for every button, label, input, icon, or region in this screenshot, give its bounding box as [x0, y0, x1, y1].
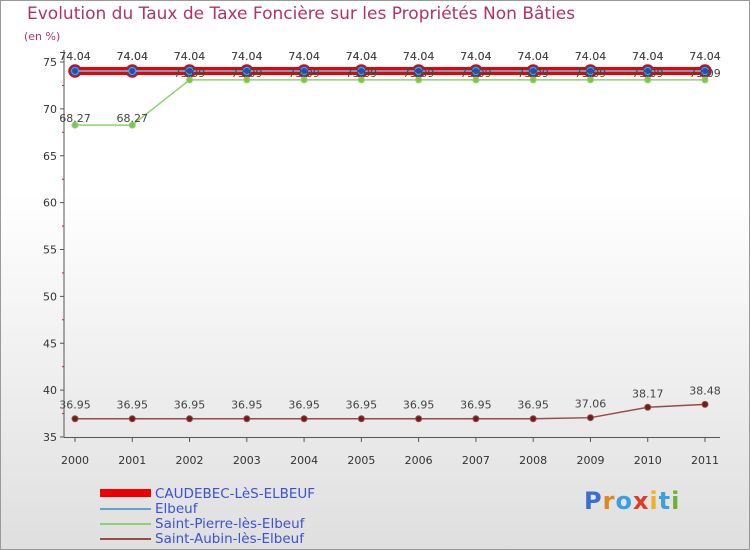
- data-label: 36.95: [346, 399, 378, 412]
- series-point: [71, 67, 79, 75]
- y-tick-label: 60: [43, 197, 57, 210]
- data-label: 73.09: [231, 67, 263, 80]
- series-line-3: [75, 403, 706, 420]
- x-tick-label: 2000: [61, 454, 89, 467]
- data-label: 74.04: [575, 50, 607, 63]
- data-label: 38.48: [689, 384, 721, 397]
- y-tick-label: 40: [43, 384, 57, 397]
- legend-item-caudebec: CAUDEBEC-LèS-ELBEUF: [100, 486, 340, 502]
- data-label: 36.95: [231, 399, 263, 412]
- data-label: 74.04: [517, 50, 549, 63]
- legend-label-caudebec: CAUDEBEC-LèS-ELBEUF: [155, 486, 316, 502]
- series-line-2: [75, 79, 705, 126]
- legend-item-saint-pierre: Saint-Pierre-lès-Elbeuf: [100, 516, 340, 532]
- legend-label-saint-pierre: Saint-Pierre-lès-Elbeuf: [155, 516, 305, 532]
- proxiti-logo[interactable]: Proxiti: [584, 487, 680, 515]
- x-tick-label: 2010: [634, 454, 662, 467]
- x-tick-label: 2005: [347, 454, 375, 467]
- legend-swatch-caudebec: [100, 489, 151, 497]
- y-tick-label: 50: [43, 290, 57, 303]
- data-label: 37.06: [575, 398, 607, 411]
- x-tick-label: 2003: [233, 454, 261, 467]
- series-point: [243, 415, 251, 423]
- y-tick-label: 35: [43, 431, 57, 444]
- data-label: 36.95: [174, 399, 206, 412]
- data-label: 73.09: [288, 67, 320, 80]
- series-point: [357, 415, 365, 423]
- data-label: 36.95: [288, 399, 320, 412]
- legend-item-saint-aubin: Saint-Aubin-lès-Elbeuf: [100, 531, 340, 547]
- y-tick-label: 45: [43, 337, 57, 350]
- x-tick-label: 2008: [519, 454, 547, 467]
- data-label: 74.04: [689, 50, 721, 63]
- data-label: 38.17: [632, 387, 664, 400]
- chart-series: [68, 64, 712, 423]
- legend-label-saint-aubin: Saint-Aubin-lès-Elbeuf: [155, 531, 304, 547]
- logo-letter: P: [584, 487, 603, 515]
- data-label: 73.09: [575, 67, 607, 80]
- data-label: 74.04: [231, 50, 263, 63]
- data-label: 74.04: [174, 50, 206, 63]
- data-label: 74.04: [346, 50, 378, 63]
- data-label: 36.95: [117, 399, 149, 412]
- y-tick-label: 65: [43, 150, 57, 163]
- data-label: 73.09: [403, 67, 435, 80]
- x-tick-label: 2006: [405, 454, 433, 467]
- data-label: 36.95: [403, 399, 435, 412]
- data-label: 74.04: [632, 50, 664, 63]
- x-tick-label: 2007: [462, 454, 490, 467]
- x-tick-label: 2001: [118, 454, 146, 467]
- data-label: 74.04: [288, 50, 320, 63]
- x-tick-label: 2009: [576, 454, 604, 467]
- legend-swatch-elbeuf: [100, 508, 151, 510]
- legend-item-elbeuf: Elbeuf: [100, 501, 340, 517]
- logo-letter: t: [658, 487, 672, 515]
- logo-letter: i: [671, 487, 681, 515]
- series-point: [644, 403, 652, 411]
- data-label: 73.09: [517, 67, 549, 80]
- x-tick-label: 2011: [691, 454, 719, 467]
- data-label: 74.04: [117, 50, 149, 63]
- series-point: [71, 415, 79, 423]
- data-label: 68.27: [59, 112, 91, 125]
- legend-label-elbeuf: Elbeuf: [155, 501, 198, 517]
- x-tick-label: 2002: [176, 454, 204, 467]
- series-point: [586, 414, 594, 422]
- chart-axes: [63, 50, 720, 438]
- data-label: 36.95: [517, 399, 549, 412]
- legend-swatch-saint-pierre: [100, 523, 151, 525]
- series-point: [472, 415, 480, 423]
- y-tick-label: 55: [43, 244, 57, 257]
- data-label: 36.95: [59, 399, 91, 412]
- data-label: 73.09: [689, 67, 721, 80]
- series-point: [186, 415, 194, 423]
- data-label: 73.09: [632, 67, 664, 80]
- data-label: 73.09: [174, 67, 206, 80]
- y-tick-label: 70: [43, 103, 57, 116]
- series-point: [529, 415, 537, 423]
- series-point: [128, 415, 136, 423]
- line-chart: 35 40 45 50 55 60 65 70 75 2000 2001 2002 2003 2004 20…: [43, 50, 721, 467]
- logo-letter: r: [602, 487, 616, 515]
- y-tick-label: 75: [43, 56, 57, 69]
- series-point: [415, 415, 423, 423]
- x-tick-label: 2004: [290, 454, 318, 467]
- data-label: 74.04: [403, 50, 435, 63]
- data-label: 74.04: [59, 50, 91, 63]
- series-point: [701, 400, 709, 408]
- data-label: 73.09: [460, 67, 492, 80]
- series-point: [300, 415, 308, 423]
- data-label: 73.09: [346, 67, 378, 80]
- logo-letter: o: [615, 487, 633, 515]
- series-point: [128, 67, 137, 75]
- logo-letter: x: [632, 487, 650, 515]
- legend-swatch-saint-aubin: [100, 538, 151, 540]
- data-label: 68.27: [117, 112, 149, 125]
- logo-letter: i: [649, 487, 659, 515]
- data-label: 74.04: [460, 50, 492, 63]
- data-label: 36.95: [460, 399, 492, 412]
